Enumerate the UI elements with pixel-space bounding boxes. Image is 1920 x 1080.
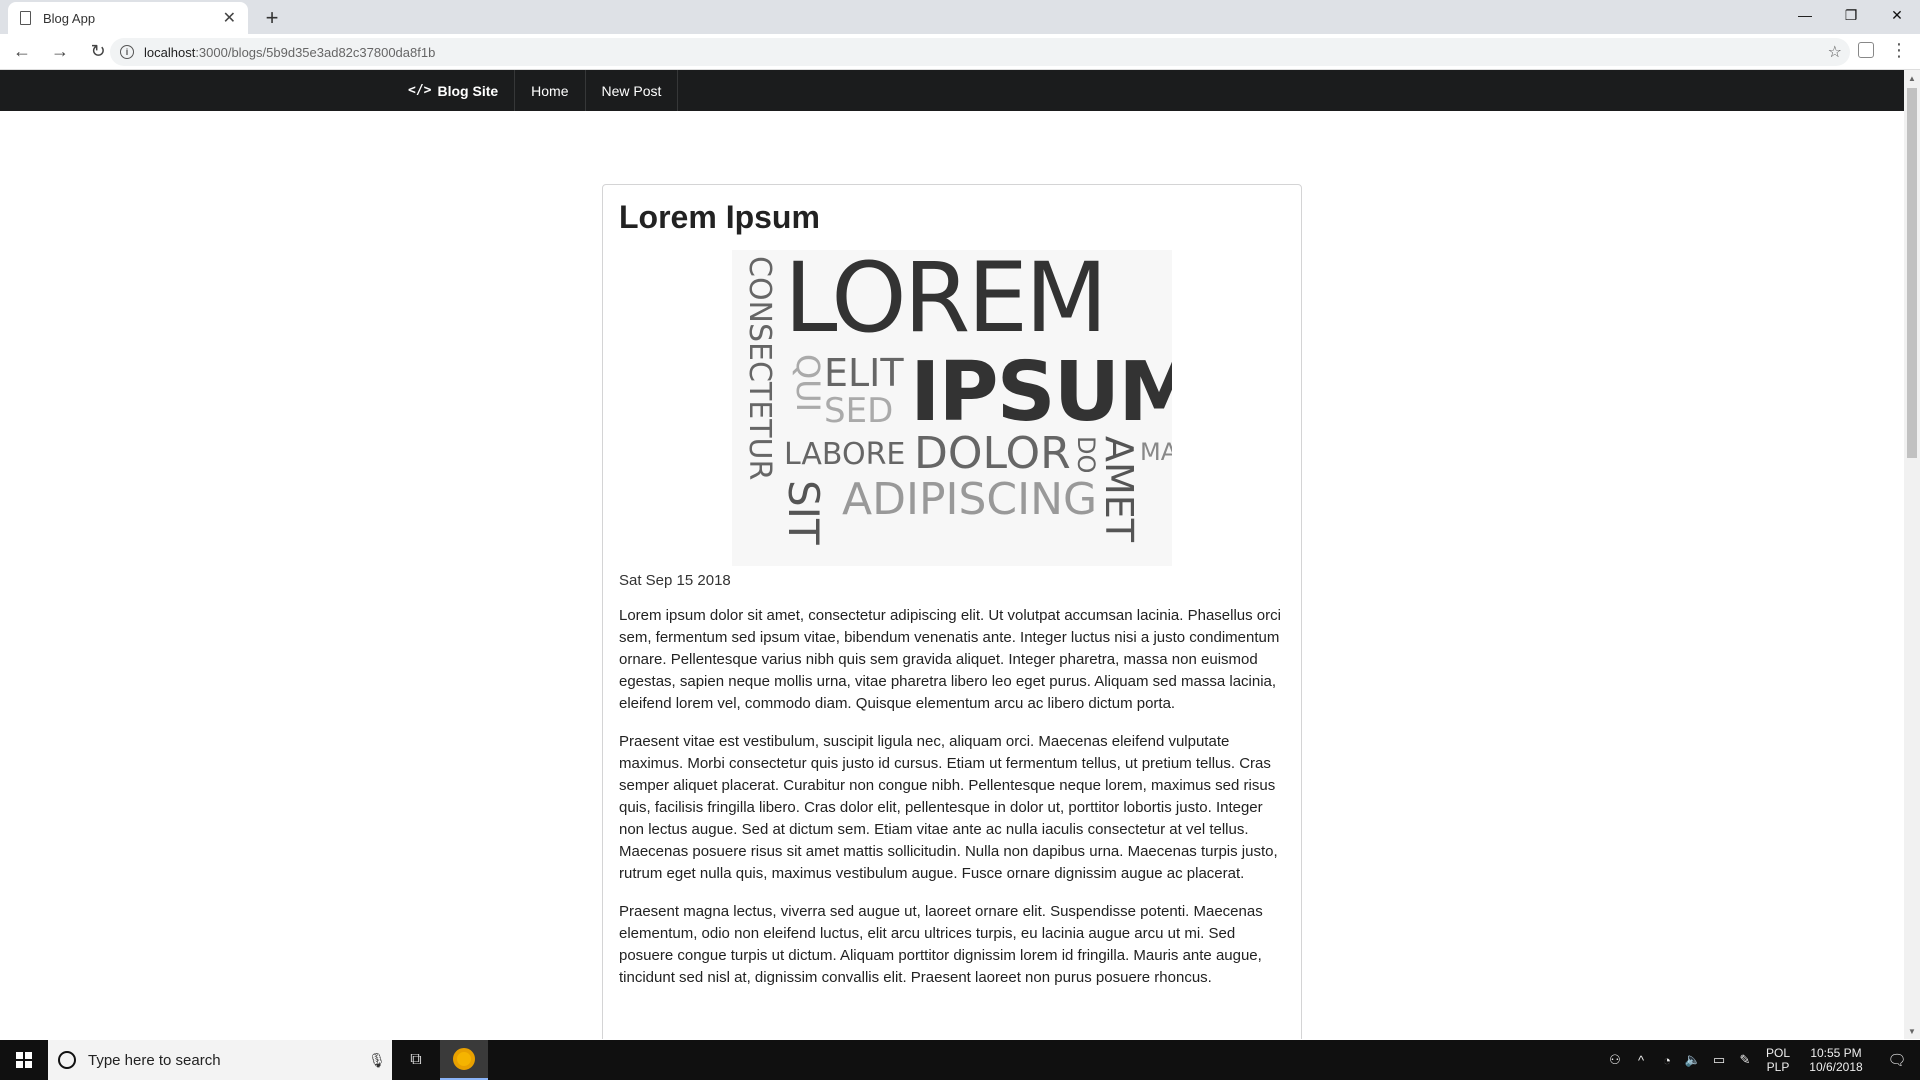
site-navbar: </> Blog Site Home New Post [0, 70, 1904, 111]
taskbar-search[interactable]: Type here to search 🎙 [48, 1040, 392, 1080]
word-ma: MA [1140, 438, 1172, 466]
tab-close-icon[interactable]: ✕ [223, 8, 236, 28]
browser-toolbar: ← → ↻ i localhost:3000/blogs/5b9d35e3ad8… [0, 34, 1920, 70]
scrollbar-thumb[interactable] [1907, 88, 1917, 458]
restore-icon[interactable]: ❐ [1828, 0, 1874, 30]
word-dolor: DOLOR [914, 428, 1071, 479]
bookmark-star-icon[interactable]: ☆ [1828, 42, 1842, 62]
tray-chevron-icon[interactable]: ^ [1628, 1053, 1654, 1068]
notifications-icon[interactable]: 🗨 [1874, 1051, 1920, 1069]
people-icon[interactable]: ⚇ [1602, 1052, 1628, 1068]
word-sed: SED [824, 391, 894, 431]
document-icon [20, 11, 31, 25]
forward-icon[interactable]: → [44, 36, 76, 68]
scroll-down-icon[interactable]: ▼ [1904, 1023, 1920, 1039]
taskbar-clock[interactable]: 10:55 PM 10/6/2018 [1798, 1046, 1874, 1074]
windows-taskbar: Type here to search 🎙 ⧉ ⚇ ^ ◔ 🔈 ▭ ✎ POL … [0, 1040, 1920, 1080]
tab-title: Blog App [43, 10, 96, 26]
task-view-icon[interactable]: ⧉ [392, 1040, 440, 1080]
network-icon[interactable]: ◔ [1654, 1053, 1680, 1068]
address-bar[interactable]: i localhost:3000/blogs/5b9d35e3ad82c3780… [110, 38, 1850, 66]
windows-logo-icon [16, 1052, 32, 1068]
word-elit: ELIT [824, 351, 904, 395]
nav-new-post-link[interactable]: New Post [586, 70, 679, 111]
taskbar-search-placeholder: Type here to search [88, 1051, 221, 1069]
system-tray: ⚇ ^ ◔ 🔈 ▭ ✎ POL PLP 10:55 PM 10/6/2018 🗨 [1602, 1040, 1920, 1080]
cortana-icon [58, 1051, 76, 1069]
word-ipsum: IPSUM [910, 345, 1172, 440]
new-tab-icon[interactable]: + [258, 4, 286, 32]
input-language[interactable]: POL PLP [1758, 1046, 1798, 1074]
scroll-up-icon[interactable]: ▲ [1904, 70, 1920, 86]
word-do: DO [1072, 436, 1100, 474]
browser-tabstrip: Blog App ✕ + — ❐ ✕ [0, 0, 1920, 34]
taskbar-chrome-button[interactable] [440, 1040, 488, 1080]
word-consectetur: CONSECTETUR [742, 256, 777, 481]
volume-icon[interactable]: 🔈 [1680, 1052, 1706, 1068]
post-paragraph: Lorem ipsum dolor sit amet, consectetur … [619, 607, 1281, 712]
word-qui: QUI [789, 354, 827, 413]
chrome-icon [453, 1048, 475, 1070]
window-close-icon[interactable]: ✕ [1874, 0, 1920, 30]
pen-icon[interactable]: ✎ [1732, 1052, 1758, 1068]
post-card: Lorem Ipsum LOREM IPSUM CONSECTETUR QUI … [602, 184, 1302, 1039]
post-image-word-cloud: LOREM IPSUM CONSECTETUR QUI ELIT SED LAB… [732, 250, 1172, 566]
window-controls: — ❐ ✕ [1782, 0, 1920, 30]
word-lorem: LOREM [784, 250, 1108, 354]
word-adipiscing: ADIPISCING [842, 474, 1098, 525]
post-paragraph: Praesent vitae est vestibulum, suscipit … [619, 733, 1278, 882]
browser-tab[interactable]: Blog App ✕ [8, 2, 248, 34]
post-paragraph: Praesent magna lectus, viverra sed augue… [619, 903, 1263, 986]
url-text: localhost:3000/blogs/5b9d35e3ad82c37800d… [144, 44, 436, 60]
page-viewport: </> Blog Site Home New Post Lorem Ipsum … [0, 70, 1904, 1039]
back-icon[interactable]: ← [6, 36, 38, 68]
microphone-icon[interactable]: 🎙 [362, 1052, 392, 1069]
post-title: Lorem Ipsum [619, 199, 820, 235]
page-scrollbar[interactable]: ▲ ▼ [1904, 70, 1920, 1039]
start-button[interactable] [0, 1040, 48, 1080]
word-labore: LABORE [784, 437, 906, 472]
brand-link[interactable]: </> Blog Site [392, 70, 516, 111]
browser-menu-icon[interactable]: ⋮ [1890, 40, 1908, 61]
word-sit: SIT [779, 480, 828, 545]
extension-icon[interactable] [1858, 42, 1874, 58]
post-date: Sat Sep 15 2018 [619, 572, 731, 589]
nav-home-link[interactable]: Home [515, 70, 586, 111]
minimize-icon[interactable]: — [1782, 0, 1828, 30]
battery-icon[interactable]: ▭ [1706, 1052, 1732, 1068]
code-icon: </> [408, 83, 432, 98]
info-icon[interactable]: i [120, 45, 134, 59]
word-amet: AMET [1097, 436, 1141, 543]
post-body: Lorem ipsum dolor sit amet, consectetur … [619, 605, 1285, 989]
